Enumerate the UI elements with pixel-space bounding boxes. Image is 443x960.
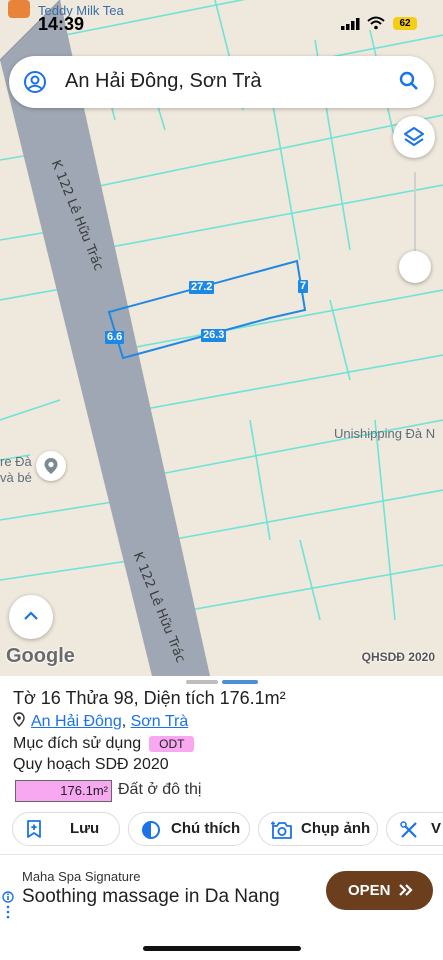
battery-indicator: 62 <box>393 17 417 30</box>
wifi-icon <box>367 16 385 30</box>
app-icon[interactable] <box>8 0 30 18</box>
opacity-slider-track[interactable] <box>414 172 416 252</box>
district-link[interactable]: Sơn Trà <box>131 713 189 730</box>
add-photo-icon <box>271 821 292 839</box>
land-use-purpose: Mục đích sử dụng ODT <box>13 735 195 753</box>
cellular-signal-icon <box>341 18 360 30</box>
plan-label: Quy hoạch SDĐ 2020 <box>13 756 169 773</box>
map-credit: QHSDĐ 2020 <box>361 650 435 664</box>
sheet-handle-active[interactable] <box>222 680 258 684</box>
home-indicator[interactable] <box>143 946 301 951</box>
purpose-label: Mục đích sử dụng <box>13 735 142 752</box>
ad-open-button[interactable]: OPEN <box>326 871 433 910</box>
tools-label: V <box>431 820 442 837</box>
take-photo-label: Chụp ảnh <box>301 820 371 837</box>
layers-icon <box>404 127 424 146</box>
area-description: Đất ở đô thị <box>118 781 202 798</box>
layers-button[interactable] <box>393 116 435 158</box>
ad-sponsor[interactable]: Maha Spa Signature <box>22 869 141 884</box>
ad-banner[interactable]: Maha Spa Signature Soothing massage in D… <box>0 854 443 919</box>
dimension-label-right: 7 <box>298 280 309 293</box>
take-photo-button[interactable]: Chụp ảnh <box>258 812 378 846</box>
dimension-label-bottom: 26.3 <box>201 329 227 342</box>
dimension-label-left: 6.6 <box>105 331 125 344</box>
tools-icon <box>400 821 417 838</box>
action-buttons: Lưu Chú thích Chụp ảnh V <box>12 812 443 846</box>
clock: 14:39 <box>38 14 85 34</box>
ad-headline[interactable]: Soothing massage in Da Nang <box>22 886 280 908</box>
location-pin-icon <box>44 458 58 474</box>
poi-pin[interactable] <box>36 451 66 481</box>
search-icon[interactable] <box>398 70 420 92</box>
save-label: Lưu <box>70 820 100 837</box>
poi-label-left[interactable]: re Đà <box>0 454 32 469</box>
sheet-handle[interactable] <box>186 680 218 684</box>
poi-label-left[interactable]: và bé <box>0 470 32 485</box>
map-view[interactable]: K 122 Lê Hữu Trác K 122 Lê Hữu Trác 27.2… <box>0 0 443 676</box>
dimension-label-top: 27.2 <box>189 281 215 294</box>
double-chevron-right-icon <box>399 884 413 896</box>
poi-label-unishipping[interactable]: Unishipping Đà N <box>334 426 435 441</box>
legend-button[interactable]: Chú thích <box>128 812 250 846</box>
location-separator: , <box>121 713 131 730</box>
chevron-up-icon <box>24 611 38 620</box>
account-circle-icon[interactable] <box>23 70 47 94</box>
contrast-icon <box>142 821 160 839</box>
ad-open-label: OPEN <box>348 882 391 899</box>
parcel-outline <box>107 259 307 360</box>
save-button[interactable]: Lưu <box>12 812 120 846</box>
bookmark-add-icon <box>27 820 41 838</box>
area-chip: 176.1m² <box>15 780 112 802</box>
parcel-title: Tờ 16 Thửa 98, Diện tích 176.1m² <box>13 688 286 708</box>
search-bar[interactable]: An Hải Đông, Sơn Trà <box>9 56 434 108</box>
purpose-code-tag: ODT <box>149 735 195 752</box>
expand-up-button[interactable] <box>9 595 53 639</box>
tools-button[interactable]: V <box>386 812 443 846</box>
opacity-slider-handle[interactable] <box>399 251 431 283</box>
status-bar: Teddy Milk Tea 14:39 62 <box>0 0 443 42</box>
ward-link[interactable]: An Hải Đông <box>31 713 122 730</box>
parcel-info-sheet[interactable]: Tờ 16 Thửa 98, Diện tích 176.1m² An Hải … <box>0 676 443 960</box>
search-query[interactable]: An Hải Đông, Sơn Trà <box>65 70 262 93</box>
location-pin-icon <box>13 712 25 727</box>
parcel-location: An Hải Đông, Sơn Trà <box>13 712 188 731</box>
legend-label: Chú thích <box>171 820 241 837</box>
google-logo: Google <box>6 645 75 667</box>
ad-info-icon[interactable] <box>2 891 14 921</box>
